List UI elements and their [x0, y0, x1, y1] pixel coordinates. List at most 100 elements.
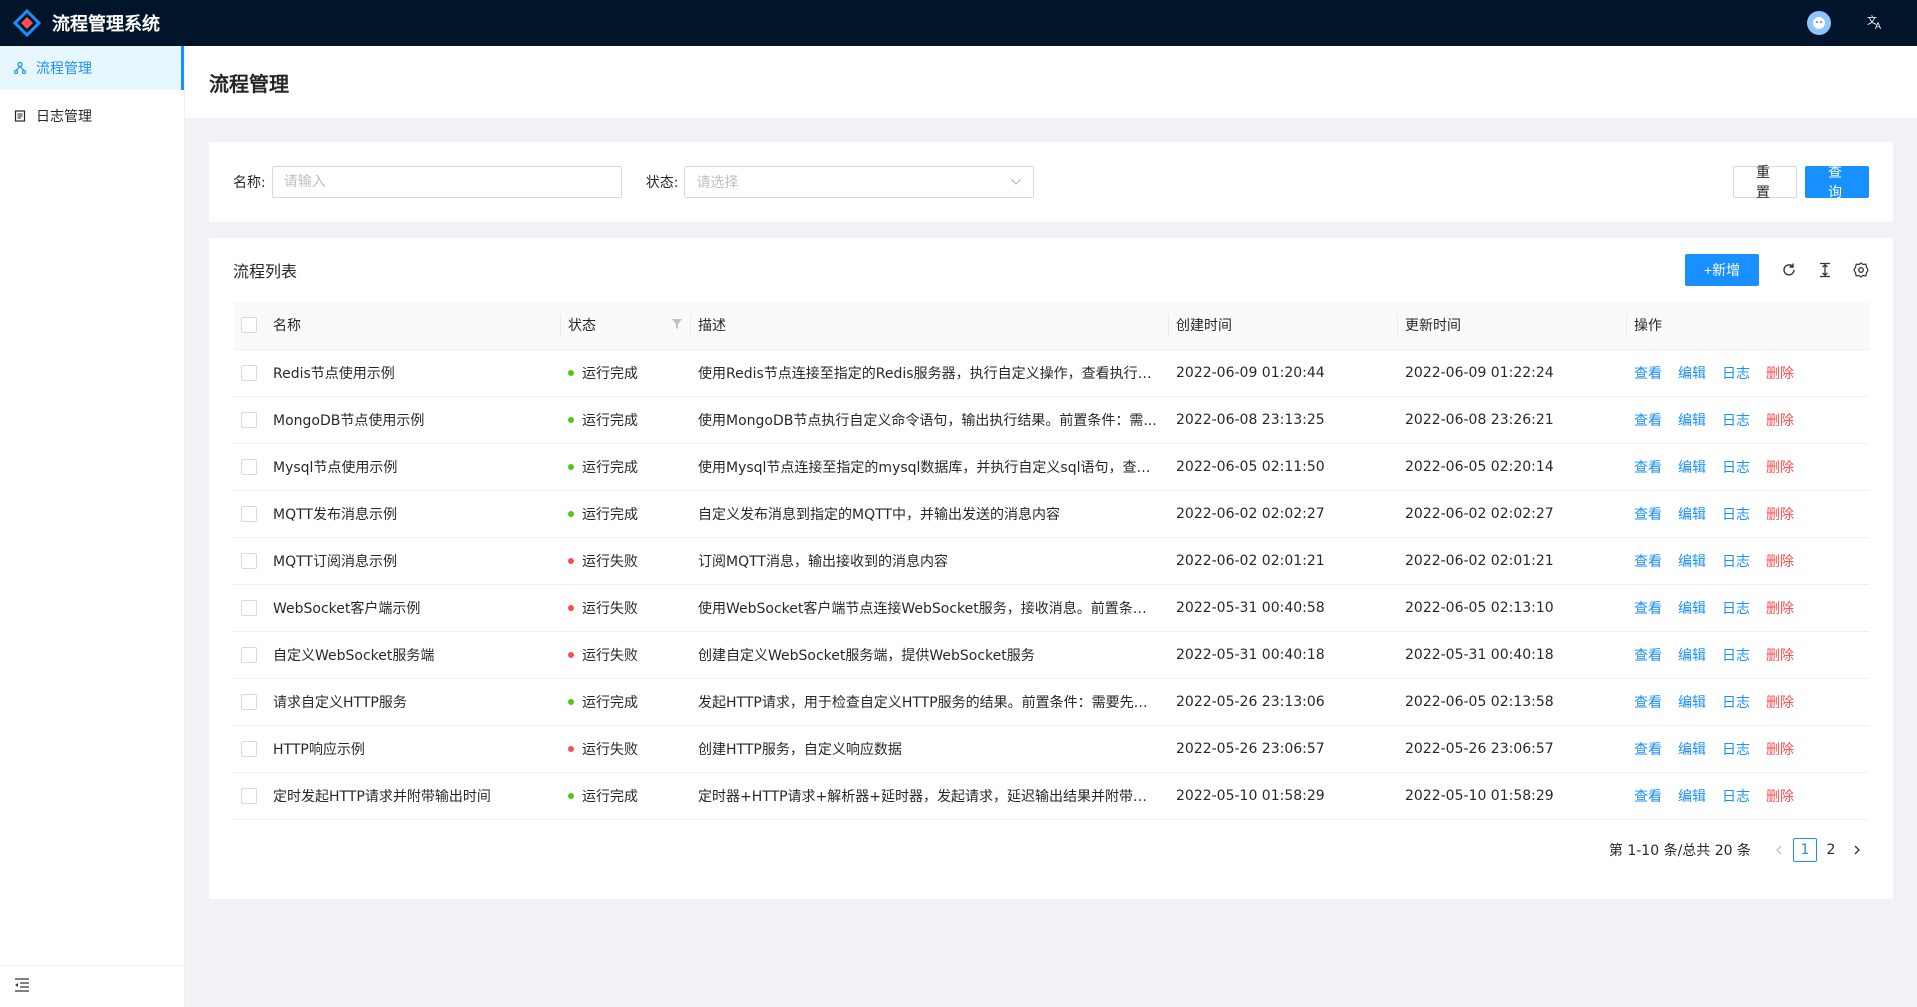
cell-name: Redis节点使用示例	[265, 349, 560, 397]
delete-link[interactable]: 删除	[1766, 366, 1794, 382]
row-select-cell	[233, 443, 265, 491]
view-link[interactable]: 查看	[1634, 742, 1662, 758]
view-link[interactable]: 查看	[1634, 695, 1662, 711]
user-avatar[interactable]	[1807, 11, 1831, 35]
row-checkbox[interactable]	[241, 599, 257, 616]
status-dot	[568, 651, 574, 658]
reload-icon[interactable]	[1781, 262, 1797, 278]
table-row: 自定义WebSocket服务端 运行失败 创建自定义WebSocket服务端，提供W…	[233, 631, 1869, 679]
reset-button[interactable]: 重置	[1733, 165, 1797, 201]
delete-link[interactable]: 删除	[1766, 507, 1794, 523]
row-checkbox[interactable]	[241, 646, 257, 663]
query-button[interactable]: 查询	[1805, 165, 1869, 201]
view-link[interactable]: 查看	[1634, 601, 1662, 617]
status-dot	[568, 604, 574, 611]
row-checkbox[interactable]	[241, 505, 257, 522]
delete-link[interactable]: 删除	[1766, 413, 1794, 429]
search-form: 名称: 状态: 请选择 重置 查询	[209, 142, 1893, 222]
row-checkbox[interactable]	[241, 364, 257, 381]
row-checkbox[interactable]	[241, 693, 257, 710]
log-link[interactable]: 日志	[1722, 601, 1750, 617]
menu-fold-icon	[14, 977, 30, 996]
pagination-next-icon[interactable]	[1845, 838, 1869, 862]
row-checkbox[interactable]	[241, 552, 257, 569]
log-link[interactable]: 日志	[1722, 507, 1750, 523]
column-header-updated: 更新时间	[1397, 302, 1626, 350]
row-checkbox[interactable]	[241, 458, 257, 475]
collapse-menu-button[interactable]	[0, 965, 184, 1007]
pagination-page-2[interactable]: 2	[1819, 838, 1843, 862]
log-link[interactable]: 日志	[1722, 695, 1750, 711]
status-text: 运行完成	[582, 459, 638, 476]
edit-link[interactable]: 编辑	[1678, 507, 1706, 523]
table-toolbar: 流程列表 +新增	[233, 238, 1869, 302]
status-dot	[568, 369, 574, 376]
cell-status: 运行完成	[560, 443, 690, 491]
add-process-button[interactable]: +新增	[1685, 254, 1759, 286]
cell-desc: 使用WebSocket客户端节点连接WebSocket服务，接收消息。前置条件：…	[690, 584, 1168, 632]
delete-link[interactable]: 删除	[1766, 554, 1794, 570]
translate-icon[interactable]: 文A	[1867, 14, 1883, 33]
view-link[interactable]: 查看	[1634, 648, 1662, 664]
delete-link[interactable]: 删除	[1766, 648, 1794, 664]
view-link[interactable]: 查看	[1634, 413, 1662, 429]
setting-icon[interactable]	[1853, 262, 1869, 278]
row-checkbox[interactable]	[241, 787, 257, 804]
pagination-total: 第 1-10 条/总共 20 条	[1608, 842, 1751, 859]
edit-link[interactable]: 编辑	[1678, 460, 1706, 476]
cell-desc: 自定义发布消息到指定的MQTT中，并输出发送的消息内容	[690, 490, 1168, 538]
sidebar-item-process[interactable]: 流程管理	[0, 46, 184, 90]
status-text: 运行完成	[582, 412, 638, 429]
svg-text:A: A	[1875, 21, 1881, 30]
edit-link[interactable]: 编辑	[1678, 742, 1706, 758]
edit-link[interactable]: 编辑	[1678, 554, 1706, 570]
cell-status: 运行完成	[560, 490, 690, 538]
delete-link[interactable]: 删除	[1766, 742, 1794, 758]
pagination-prev-icon[interactable]	[1767, 838, 1791, 862]
sidebar-item-log[interactable]: 日志管理	[0, 94, 184, 138]
edit-link[interactable]: 编辑	[1678, 648, 1706, 664]
row-checkbox[interactable]	[241, 411, 257, 428]
edit-link[interactable]: 编辑	[1678, 601, 1706, 617]
view-link[interactable]: 查看	[1634, 554, 1662, 570]
edit-link[interactable]: 编辑	[1678, 366, 1706, 382]
cell-actions: 查看 编辑 日志 删除	[1626, 631, 1869, 679]
name-input[interactable]	[271, 166, 622, 198]
app-logo-icon[interactable]	[12, 8, 42, 38]
log-link[interactable]: 日志	[1722, 413, 1750, 429]
log-link[interactable]: 日志	[1722, 789, 1750, 805]
log-link[interactable]: 日志	[1722, 460, 1750, 476]
log-link[interactable]: 日志	[1722, 742, 1750, 758]
delete-link[interactable]: 删除	[1766, 789, 1794, 805]
column-header-status[interactable]: 状态	[560, 302, 690, 350]
select-all-checkbox[interactable]	[241, 317, 257, 334]
cell-status: 运行失败	[560, 537, 690, 585]
column-header-desc: 描述	[690, 302, 1168, 350]
view-link[interactable]: 查看	[1634, 789, 1662, 805]
column-height-icon[interactable]	[1817, 262, 1833, 278]
status-dot	[568, 745, 574, 752]
row-select-cell	[233, 725, 265, 773]
view-link[interactable]: 查看	[1634, 507, 1662, 523]
log-link[interactable]: 日志	[1722, 366, 1750, 382]
edit-link[interactable]: 编辑	[1678, 789, 1706, 805]
cell-desc: 定时器+HTTP请求+解析器+延时器，发起请求，延迟输出结果并附带请...	[690, 772, 1168, 820]
sidebar-item-label: 流程管理	[36, 61, 92, 77]
row-checkbox[interactable]	[241, 740, 257, 757]
edit-link[interactable]: 编辑	[1678, 413, 1706, 429]
pagination-page-1[interactable]: 1	[1793, 837, 1817, 862]
table-title: 流程列表	[233, 262, 298, 281]
cell-status: 运行完成	[560, 349, 690, 397]
page-title: 流程管理	[209, 71, 289, 96]
cell-desc: 订阅MQTT消息，输出接收到的消息内容	[690, 537, 1168, 585]
status-select[interactable]: 请选择	[684, 166, 1035, 198]
delete-link[interactable]: 删除	[1766, 601, 1794, 617]
filter-icon[interactable]	[672, 317, 682, 333]
log-link[interactable]: 日志	[1722, 554, 1750, 570]
delete-link[interactable]: 删除	[1766, 695, 1794, 711]
log-link[interactable]: 日志	[1722, 648, 1750, 664]
delete-link[interactable]: 删除	[1766, 460, 1794, 476]
view-link[interactable]: 查看	[1634, 366, 1662, 382]
edit-link[interactable]: 编辑	[1678, 695, 1706, 711]
view-link[interactable]: 查看	[1634, 460, 1662, 476]
